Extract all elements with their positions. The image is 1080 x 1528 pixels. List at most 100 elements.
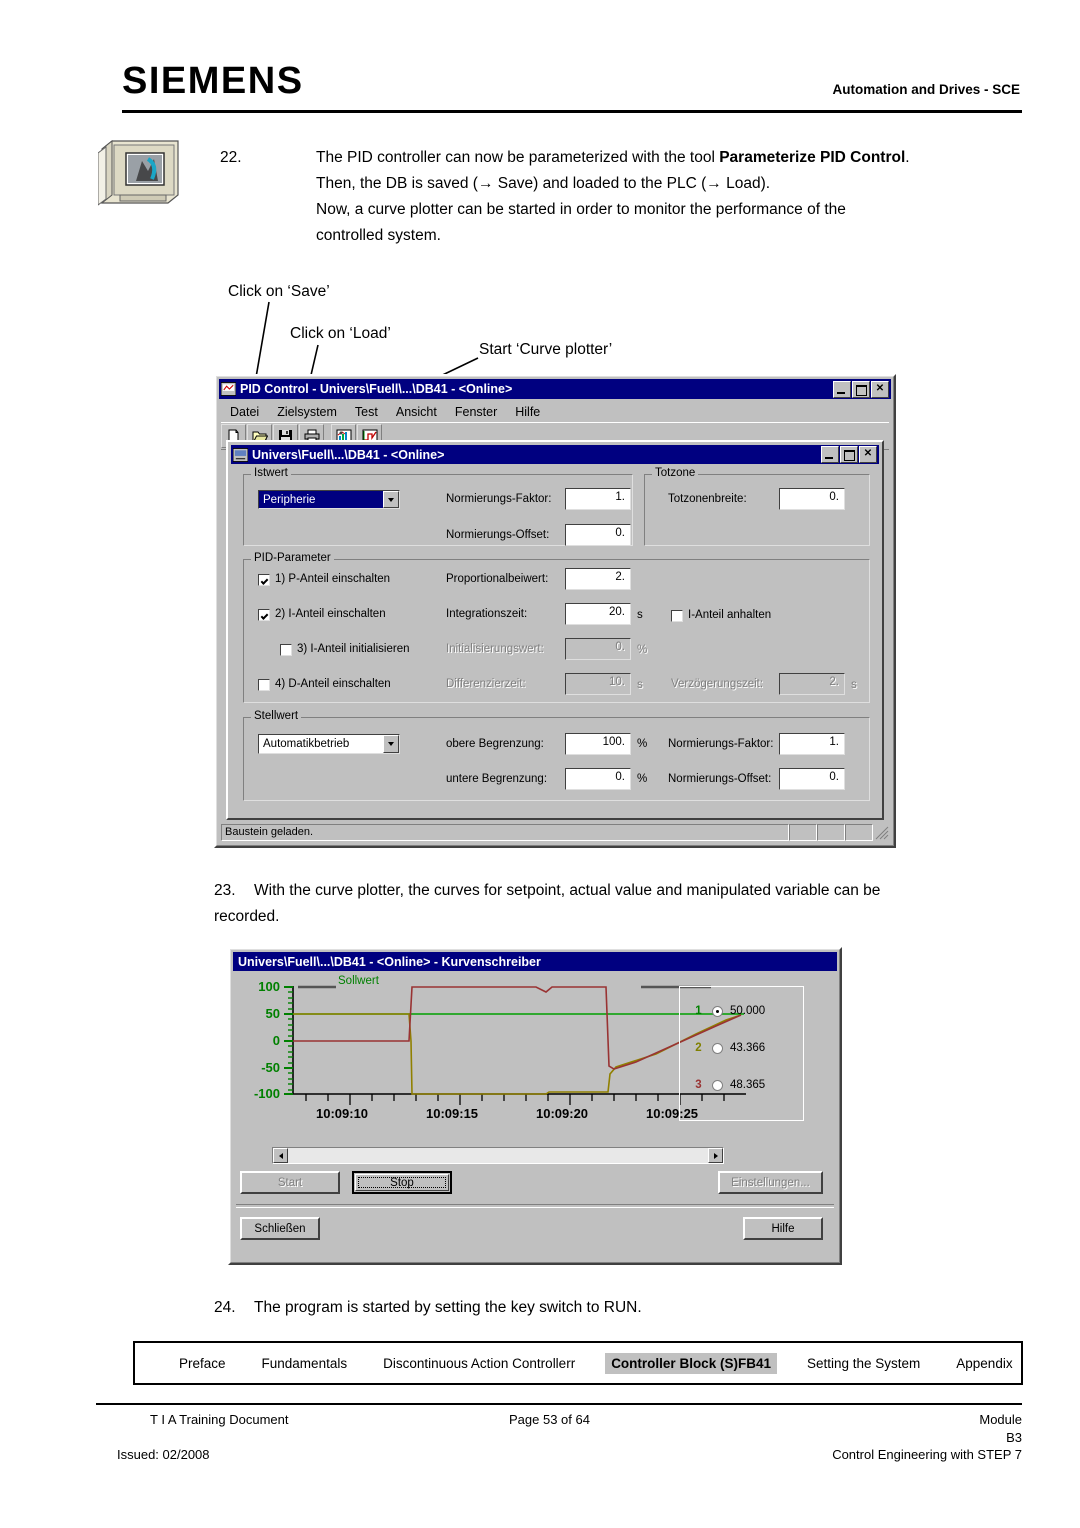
nav-item-preface[interactable]: Preface — [173, 1353, 232, 1374]
label-untere-begrenzung: untere Begrenzung: — [446, 773, 548, 785]
checkbox-i-anteil-anhalten[interactable] — [671, 610, 683, 622]
input-initialisierungswert: 0. — [565, 638, 631, 660]
child-minimize-button[interactable] — [821, 446, 839, 463]
group-stellwert-label: Stellwert — [251, 710, 302, 722]
step-24-text: The program is started by setting the ke… — [254, 1299, 642, 1316]
legend-radio-2[interactable] — [712, 1042, 723, 1054]
scroll-left-icon[interactable] — [273, 1148, 288, 1163]
checkbox-i-anteil-initialisieren[interactable] — [280, 644, 292, 656]
stop-button[interactable]: Stop — [352, 1171, 452, 1194]
input-integrationszeit[interactable]: 20. — [565, 603, 631, 625]
x-tick-2: 10:09:15 — [426, 1106, 479, 1121]
y-tick-0: 0 — [272, 1033, 280, 1048]
y-tick-neg50: -50 — [261, 1060, 280, 1075]
chevron-down-icon[interactable] — [383, 491, 399, 508]
step-22-number: 22. — [220, 149, 242, 166]
chart-legend-box: 1 50.000 2 43.366 3 48.365 — [679, 986, 804, 1121]
group-totzone: Totzone — [644, 467, 870, 546]
footer-right-module: Module — [979, 1412, 1022, 1427]
menu-fenster[interactable]: Fenster — [446, 405, 506, 419]
child-maximize-button[interactable] — [840, 446, 858, 463]
pid-menubar[interactable]: Datei Zielsystem Test Ansicht Fenster Hi… — [221, 402, 549, 421]
checkbox-i-anteil[interactable] — [258, 609, 270, 621]
minimize-button[interactable] — [833, 380, 851, 398]
istwert-source-value: Peripherie — [259, 491, 383, 508]
istwert-offset-input[interactable]: 0. — [565, 524, 631, 546]
callout-curve-plotter: Start ‘Curve plotter’ — [479, 341, 613, 358]
label-stellwert-offset: Normierungs-Offset: — [668, 773, 772, 785]
menu-hilfe[interactable]: Hilfe — [506, 405, 549, 419]
istwert-faktor-input[interactable]: 1. — [565, 488, 631, 510]
stop-button-label: Stop — [390, 1176, 414, 1189]
input-stellwert-faktor[interactable]: 1. — [779, 733, 845, 755]
close-button-schliessen[interactable]: Schließen — [240, 1217, 320, 1240]
legend-value-3: 48.365 — [730, 1079, 766, 1091]
child-window-buttons[interactable]: ✕ — [821, 446, 877, 463]
menu-datei[interactable]: Datei — [221, 405, 268, 419]
nav-item-fundamentals[interactable]: Fundamentals — [256, 1353, 354, 1374]
checkbox-d-anteil[interactable] — [258, 679, 270, 691]
checkbox-p-anteil[interactable] — [258, 574, 270, 586]
breadcrumb-nav[interactable]: Preface Fundamentals Discontinuous Actio… — [133, 1341, 1023, 1385]
callout-load: Click on ‘Load’ — [290, 325, 391, 342]
pid-window-title: PID Control - Univers\Fuell\...\DB41 - <… — [240, 382, 513, 396]
menu-test[interactable]: Test — [346, 405, 387, 419]
pid-window-buttons[interactable]: ✕ — [833, 380, 889, 398]
label-p-anteil: 1) P-Anteil einschalten — [275, 573, 391, 585]
scroll-right-icon[interactable] — [708, 1148, 723, 1163]
header-subtitle: Automation and Drives - SCE — [832, 82, 1020, 97]
stellwert-mode-combo[interactable]: Automatikbetrieb — [258, 734, 400, 754]
label-i-anteil-anhalten: I-Anteil anhalten — [688, 609, 772, 621]
menu-ansicht[interactable]: Ansicht — [387, 405, 446, 419]
resize-grip[interactable] — [875, 826, 889, 840]
legend-row-3[interactable]: 3 48.365 — [692, 1079, 765, 1091]
input-verzoegerungszeit: 2. — [779, 673, 845, 695]
nav-item-controller-block-sfb41[interactable]: Controller Block (S)FB41 — [605, 1352, 777, 1374]
label-i-anteil-initialisieren: 3) I-Anteil initialisieren — [297, 643, 410, 655]
label-initialisierungswert: Initialisierungswert: — [446, 643, 544, 655]
footer-divider — [96, 1403, 1022, 1405]
chevron-down-icon-2[interactable] — [383, 735, 399, 753]
pid-window-titlebar[interactable]: PID Control - Univers\Fuell\...\DB41 - <… — [219, 379, 891, 399]
istwert-source-combo[interactable]: Peripherie — [258, 490, 400, 509]
legend-radio-3[interactable] — [712, 1079, 723, 1091]
step-22-line1-a: The PID controller can now be parameteri… — [316, 149, 720, 166]
y-tick-100: 100 — [258, 979, 280, 994]
label-integrationszeit: Integrationszeit: — [446, 608, 528, 620]
pid-app-icon — [221, 382, 236, 396]
help-button-hilfe[interactable]: Hilfe — [743, 1217, 823, 1240]
pid-child-window[interactable]: Univers\Fuell\...\DB41 - <Online> ✕ Istw… — [226, 440, 884, 820]
status-cell-2 — [817, 824, 845, 841]
nav-item-appendix[interactable]: Appendix — [950, 1353, 1018, 1374]
totzone-breite-input[interactable]: 0. — [779, 488, 845, 510]
plotter-scrollbar[interactable] — [272, 1147, 724, 1164]
menu-zielsystem[interactable]: Zielsystem — [268, 405, 346, 419]
step-22-line2: Then, the DB is saved (→ Save) and loade… — [316, 175, 771, 192]
child-titlebar[interactable]: Univers\Fuell\...\DB41 - <Online> ✕ — [231, 445, 879, 464]
footer-center-top: Page 53 of 64 — [509, 1412, 590, 1427]
legend-row-1[interactable]: 1 50.000 — [692, 1005, 765, 1017]
document-page: SIEMENS Automation and Drives - SCE 22. … — [0, 0, 1080, 1528]
pid-statusbar: Baustein geladen. — [221, 823, 889, 842]
input-obere-begrenzung[interactable]: 100. — [565, 733, 631, 755]
input-stellwert-offset[interactable]: 0. — [779, 768, 845, 790]
stellwert-mode-value: Automatikbetrieb — [263, 738, 350, 750]
maximize-button[interactable] — [852, 380, 870, 398]
footer-left-top: T I A Training Document — [150, 1412, 289, 1427]
label-proportionalbeiwert: Proportionalbeiwert: — [446, 573, 549, 585]
unit-verzoegerungszeit: s — [851, 679, 857, 691]
pid-control-window[interactable]: PID Control - Univers\Fuell\...\DB41 - <… — [214, 374, 896, 848]
plotter-title: Univers\Fuell\...\DB41 - <Online> - Kurv… — [233, 952, 837, 971]
child-close-button[interactable]: ✕ — [859, 446, 877, 463]
input-untere-begrenzung[interactable]: 0. — [565, 768, 631, 790]
legend-radio-1[interactable] — [712, 1005, 723, 1017]
legend-row-2[interactable]: 2 43.366 — [692, 1042, 765, 1054]
nav-item-discontinuous-action-controller[interactable]: Discontinuous Action Controllerr — [377, 1353, 581, 1374]
status-cell-1 — [789, 824, 817, 841]
input-proportionalbeiwert[interactable]: 2. — [565, 568, 631, 590]
footer-right-module-id: B3 — [1006, 1430, 1022, 1445]
curve-plotter-window[interactable]: Univers\Fuell\...\DB41 - <Online> - Kurv… — [228, 947, 842, 1265]
nav-item-setting-the-system[interactable]: Setting the System — [801, 1353, 926, 1374]
close-button[interactable]: ✕ — [871, 380, 889, 398]
legend-value-1: 50.000 — [730, 1005, 766, 1017]
